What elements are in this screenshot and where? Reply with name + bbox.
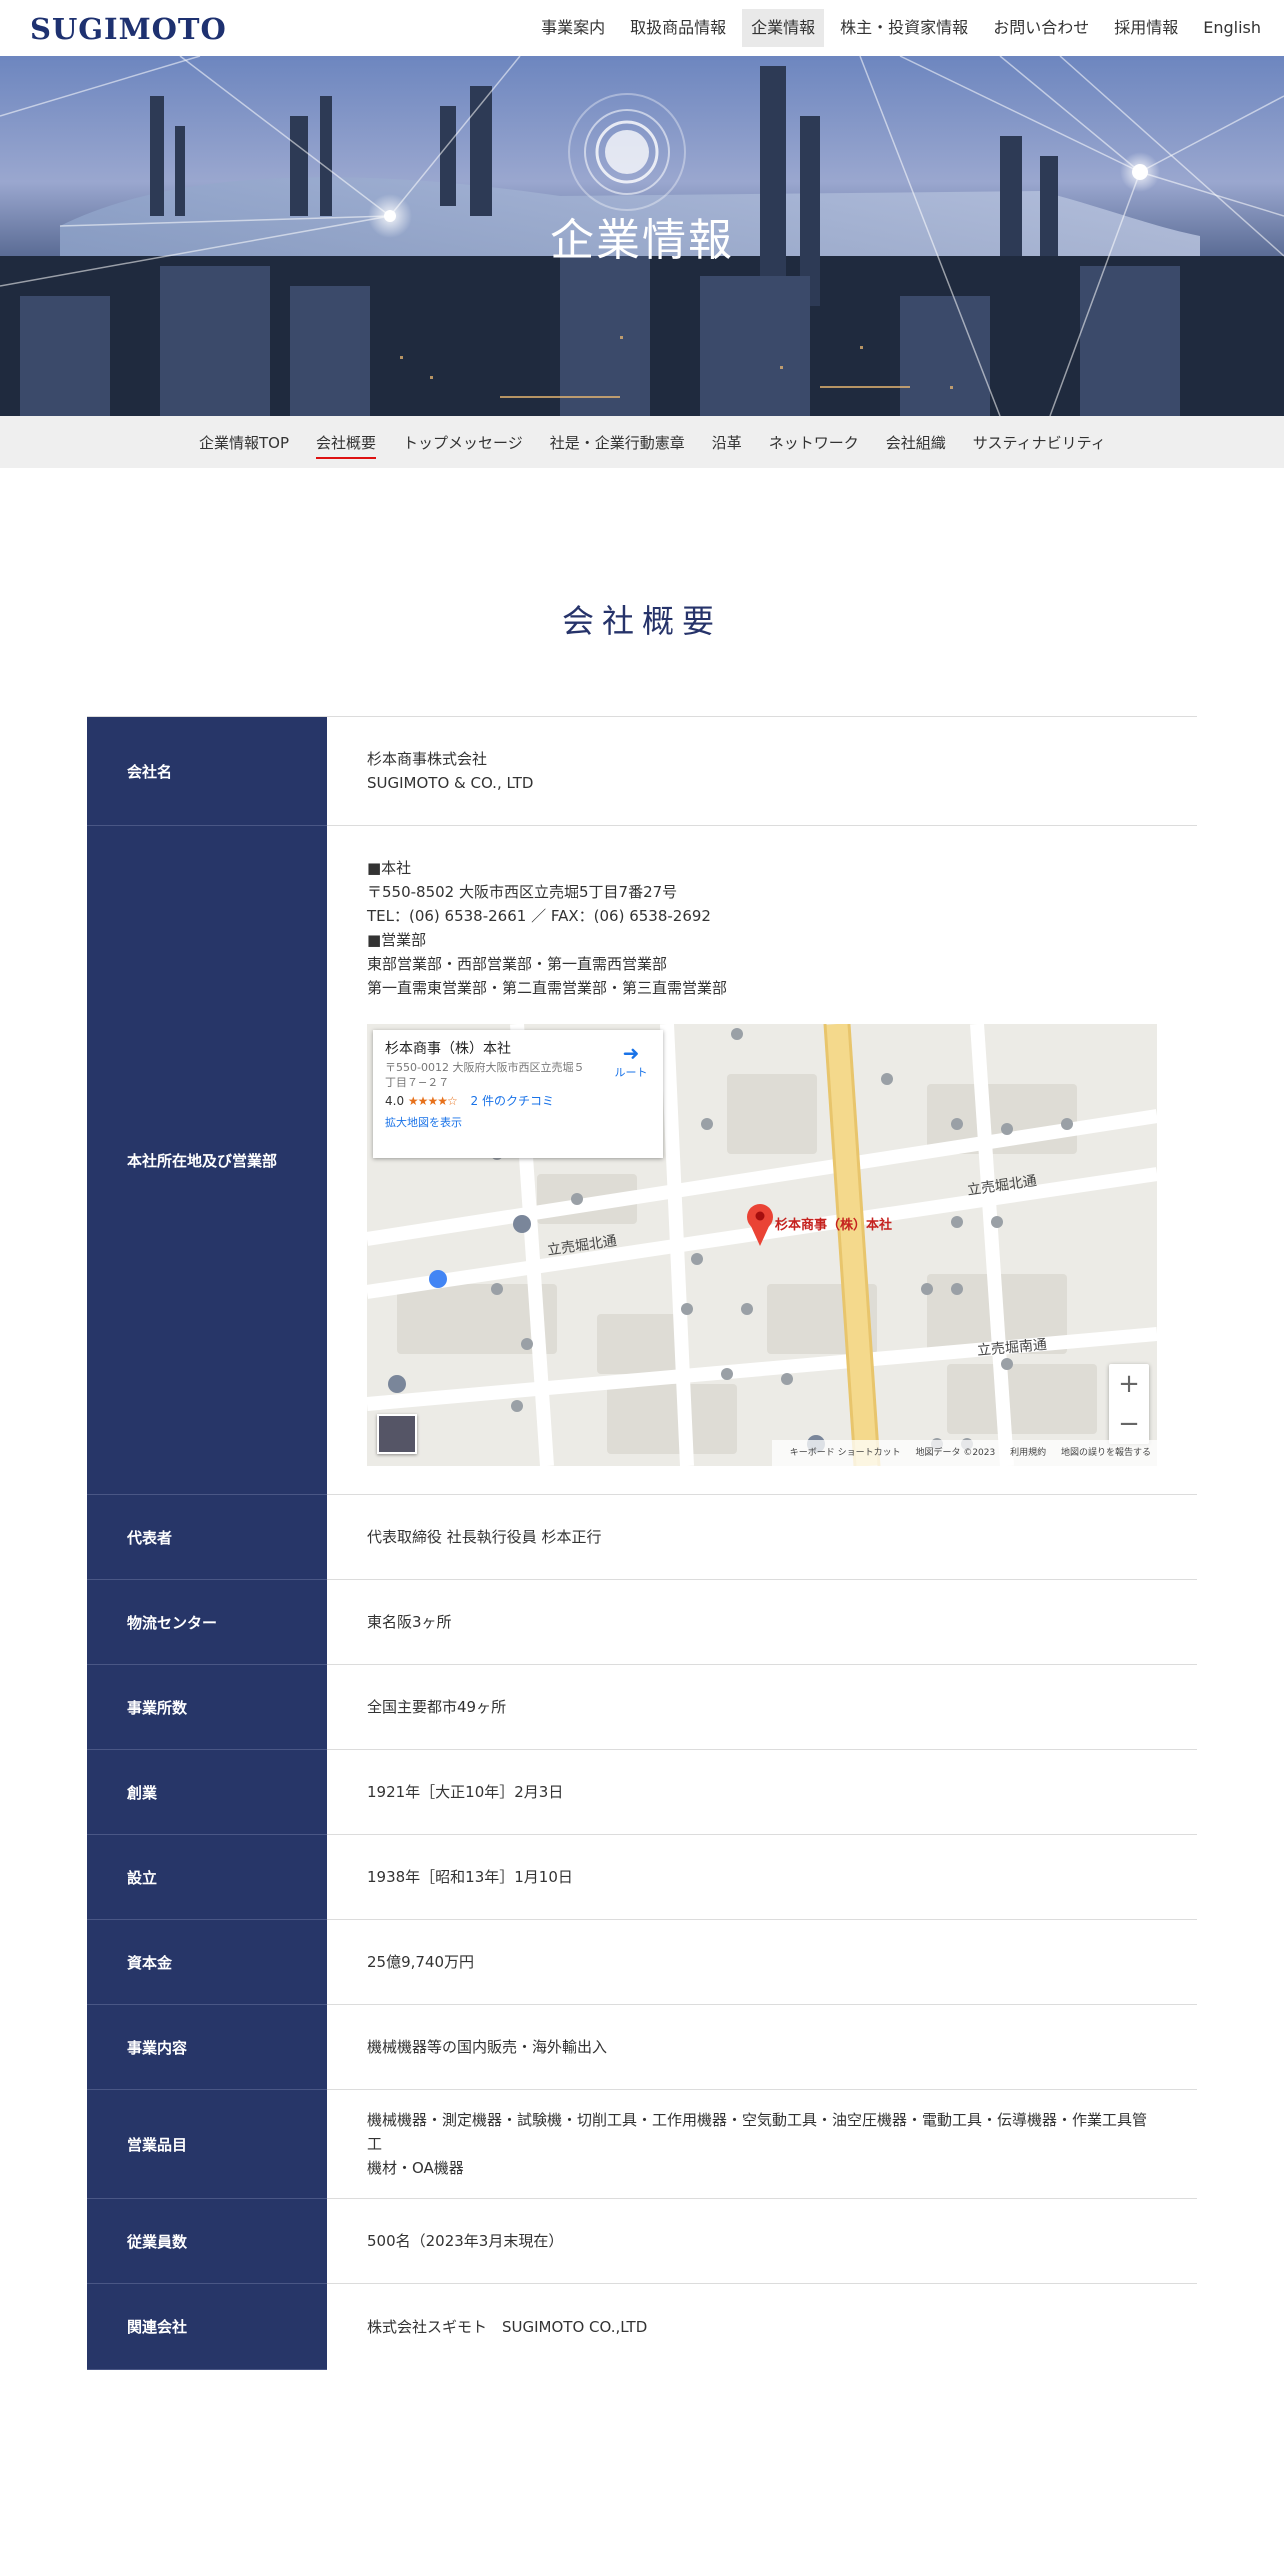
place-card: 杉本商事（株）本社 〒550-0012 大阪府大阪市西区立売堀５丁目７−２７ 4… bbox=[373, 1030, 663, 1158]
hero-banner: 企業情報 bbox=[0, 56, 1284, 416]
site-header: SUGIMOTO 事業案内 取扱商品情報 企業情報 株主・投資家情報 お問い合わ… bbox=[0, 0, 1284, 56]
google-map[interactable]: 立売堀北通 立売堀北通 立売堀南通 杉本商事（株）本社 杉本商事（株）本社 〒5… bbox=[367, 1024, 1157, 1466]
hero-title: 企業情報 bbox=[550, 215, 734, 266]
row-value: 全国主要都市49ヶ所 bbox=[327, 1665, 1197, 1749]
row-label: 資本金 bbox=[87, 1920, 327, 2005]
value-line: 株式会社スギモト SUGIMOTO CO.,LTD bbox=[367, 2317, 648, 2336]
company-info-table: 会社名 杉本商事株式会社 SUGIMOTO & CO., LTD 本社所在地及び… bbox=[87, 716, 1197, 2370]
value-line: 機械機器等の国内販売・海外輸出入 bbox=[367, 2038, 608, 2056]
sub-navigation: 企業情報TOP 会社概要 トップメッセージ 社是・企業行動憲章 沿革 ネットワー… bbox=[0, 416, 1284, 468]
nav-item-english[interactable]: English bbox=[1194, 9, 1270, 47]
subnav-item-profile[interactable]: 会社概要 bbox=[316, 432, 377, 459]
rating-value: 4.0 bbox=[385, 1094, 405, 1108]
table-row-headquarters: 本社所在地及び営業部 ■本社 〒550-8502 大阪市西区立売堀5丁目7番27… bbox=[87, 826, 1197, 1495]
value-line: 機材・OA機器 bbox=[367, 2159, 464, 2177]
row-value: 株式会社スギモト SUGIMOTO CO.,LTD bbox=[327, 2284, 1197, 2369]
zoom-out-button[interactable]: − bbox=[1109, 1404, 1149, 1444]
row-value: ■本社 〒550-8502 大阪市西区立売堀5丁目7番27号 TEL：(06) … bbox=[327, 826, 1197, 1494]
value-line: 杉本商事株式会社 bbox=[367, 750, 488, 768]
row-label: 代表者 bbox=[87, 1495, 327, 1580]
row-label: 物流センター bbox=[87, 1580, 327, 1665]
terms-link[interactable]: 利用規約 bbox=[1010, 1448, 1046, 1458]
table-row-established: 設立 1938年［昭和13年］1月10日 bbox=[87, 1835, 1197, 1920]
value-line: ■営業部 bbox=[367, 931, 427, 949]
place-rating: 4.0 ★★★★☆ 2 件のクチコミ bbox=[385, 1092, 651, 1110]
report-error-link[interactable]: 地図の誤りを報告する bbox=[1061, 1448, 1151, 1458]
map-attribution: キーボード ショートカット 地図データ ©2023 利用規約 地図の誤りを報告す… bbox=[771, 1440, 1157, 1466]
map-pin-label: 杉本商事（株）本社 bbox=[775, 1218, 893, 1233]
value-line: SUGIMOTO & CO., LTD bbox=[367, 774, 534, 792]
row-value: 代表取締役 社長執行役員 杉本正行 bbox=[327, 1495, 1197, 1579]
nav-item-ir[interactable]: 株主・投資家情報 bbox=[831, 9, 977, 47]
table-row-representative: 代表者 代表取締役 社長執行役員 杉本正行 bbox=[87, 1495, 1197, 1580]
route-button[interactable]: ➜ ルート bbox=[609, 1042, 653, 1082]
table-row-logistics: 物流センター 東名阪3ヶ所 bbox=[87, 1580, 1197, 1665]
value-line: 25億9,740万円 bbox=[367, 1953, 475, 1971]
subnav-item-sustainability[interactable]: サスティナビリティ bbox=[973, 432, 1106, 459]
map-data-text: 地図データ ©2023 bbox=[915, 1448, 996, 1458]
directions-icon: ➜ bbox=[622, 1041, 640, 1065]
satellite-toggle[interactable] bbox=[377, 1414, 417, 1454]
row-label: 創業 bbox=[87, 1750, 327, 1835]
table-row-products: 営業品目 機械機器・測定機器・試験機・切削工具・工作用機器・空気動工具・油空圧機… bbox=[87, 2090, 1197, 2199]
nav-item-recruit[interactable]: 採用情報 bbox=[1105, 9, 1187, 47]
value-line: 東名阪3ヶ所 bbox=[367, 1613, 452, 1631]
nav-item-business[interactable]: 事業案内 bbox=[532, 9, 614, 47]
value-line: 東部営業部・西部営業部・第一直需西営業部 bbox=[367, 955, 668, 973]
zoom-in-button[interactable]: + bbox=[1109, 1364, 1149, 1404]
row-value: 1938年［昭和13年］1月10日 bbox=[327, 1835, 1197, 1919]
subnav-item-organization[interactable]: 会社組織 bbox=[886, 432, 946, 459]
row-label: 事業所数 bbox=[87, 1665, 327, 1750]
value-line: 第一直需東営業部・第二直需営業部・第三直需営業部 bbox=[367, 979, 728, 997]
place-address: 〒550-0012 大阪府大阪市西区立売堀５丁目７−２７ bbox=[385, 1061, 585, 1089]
row-label: 従業員数 bbox=[87, 2199, 327, 2284]
nav-item-products[interactable]: 取扱商品情報 bbox=[621, 9, 735, 47]
larger-map-link[interactable]: 拡大地図を表示 bbox=[385, 1114, 651, 1132]
route-label: ルート bbox=[614, 1066, 648, 1079]
table-row-business: 事業内容 機械機器等の国内販売・海外輸出入 bbox=[87, 2005, 1197, 2090]
row-value: 500名（2023年3月末現在） bbox=[327, 2199, 1197, 2283]
keyboard-shortcuts-link[interactable]: キーボード ショートカット bbox=[790, 1448, 901, 1458]
value-line: ■本社 bbox=[367, 859, 412, 877]
table-row-offices: 事業所数 全国主要都市49ヶ所 bbox=[87, 1665, 1197, 1750]
value-line: 全国主要都市49ヶ所 bbox=[367, 1698, 507, 1716]
star-rating-icon: ★★★★☆ bbox=[407, 1094, 458, 1108]
page-title: 会社概要 bbox=[561, 602, 722, 640]
value-line: 1938年［昭和13年］1月10日 bbox=[367, 1868, 573, 1886]
subnav-item-network[interactable]: ネットワーク bbox=[769, 432, 859, 459]
main-nav: 事業案内 取扱商品情報 企業情報 株主・投資家情報 お問い合わせ 採用情報 En… bbox=[525, 9, 1270, 47]
table-row-affiliates: 関連会社 株式会社スギモト SUGIMOTO CO.,LTD bbox=[87, 2284, 1197, 2370]
row-value: 1921年［大正10年］2月3日 bbox=[327, 1750, 1197, 1834]
table-row-employees: 従業員数 500名（2023年3月末現在） bbox=[87, 2199, 1197, 2284]
value-line: 機械機器・測定機器・試験機・切削工具・工作用機器・空気動工具・油空圧機器・電動工… bbox=[367, 2111, 1148, 2153]
row-value: 25億9,740万円 bbox=[327, 1920, 1197, 2004]
zoom-control: + − bbox=[1109, 1364, 1149, 1444]
value-line: 1921年［大正10年］2月3日 bbox=[367, 1783, 564, 1801]
logo[interactable]: SUGIMOTO bbox=[30, 12, 227, 46]
subnav-item-top-message[interactable]: トップメッセージ bbox=[403, 432, 523, 459]
subnav-item-charter[interactable]: 社是・企業行動憲章 bbox=[550, 432, 685, 459]
row-label: 本社所在地及び営業部 bbox=[87, 826, 327, 1495]
value-line: 500名（2023年3月末現在） bbox=[367, 2232, 564, 2250]
row-value: 機械機器等の国内販売・海外輸出入 bbox=[327, 2005, 1197, 2089]
subnav-item-history[interactable]: 沿革 bbox=[712, 432, 742, 459]
value-line: 代表取締役 社長執行役員 杉本正行 bbox=[367, 1528, 602, 1546]
row-label: 設立 bbox=[87, 1835, 327, 1920]
subnav-item-company-top[interactable]: 企業情報TOP bbox=[199, 432, 289, 459]
table-row-founded: 創業 1921年［大正10年］2月3日 bbox=[87, 1750, 1197, 1835]
nav-item-contact[interactable]: お問い合わせ bbox=[984, 9, 1098, 47]
row-label: 会社名 bbox=[87, 717, 327, 826]
row-value: 杉本商事株式会社 SUGIMOTO & CO., LTD bbox=[327, 717, 1197, 825]
value-line: TEL：(06) 6538-2661 ／ FAX：(06) 6538-2692 bbox=[367, 907, 711, 925]
table-row-capital: 資本金 25億9,740万円 bbox=[87, 1920, 1197, 2005]
row-value: 東名阪3ヶ所 bbox=[327, 1580, 1197, 1664]
reviews-link[interactable]: 2 件のクチコミ bbox=[471, 1094, 554, 1108]
value-line: 〒550-8502 大阪市西区立売堀5丁目7番27号 bbox=[367, 883, 678, 901]
table-row-company-name: 会社名 杉本商事株式会社 SUGIMOTO & CO., LTD bbox=[87, 717, 1197, 826]
row-label: 事業内容 bbox=[87, 2005, 327, 2090]
nav-item-company[interactable]: 企業情報 bbox=[742, 9, 825, 47]
row-label: 営業品目 bbox=[87, 2090, 327, 2199]
row-value: 機械機器・測定機器・試験機・切削工具・工作用機器・空気動工具・油空圧機器・電動工… bbox=[327, 2090, 1197, 2198]
row-label: 関連会社 bbox=[87, 2284, 327, 2370]
